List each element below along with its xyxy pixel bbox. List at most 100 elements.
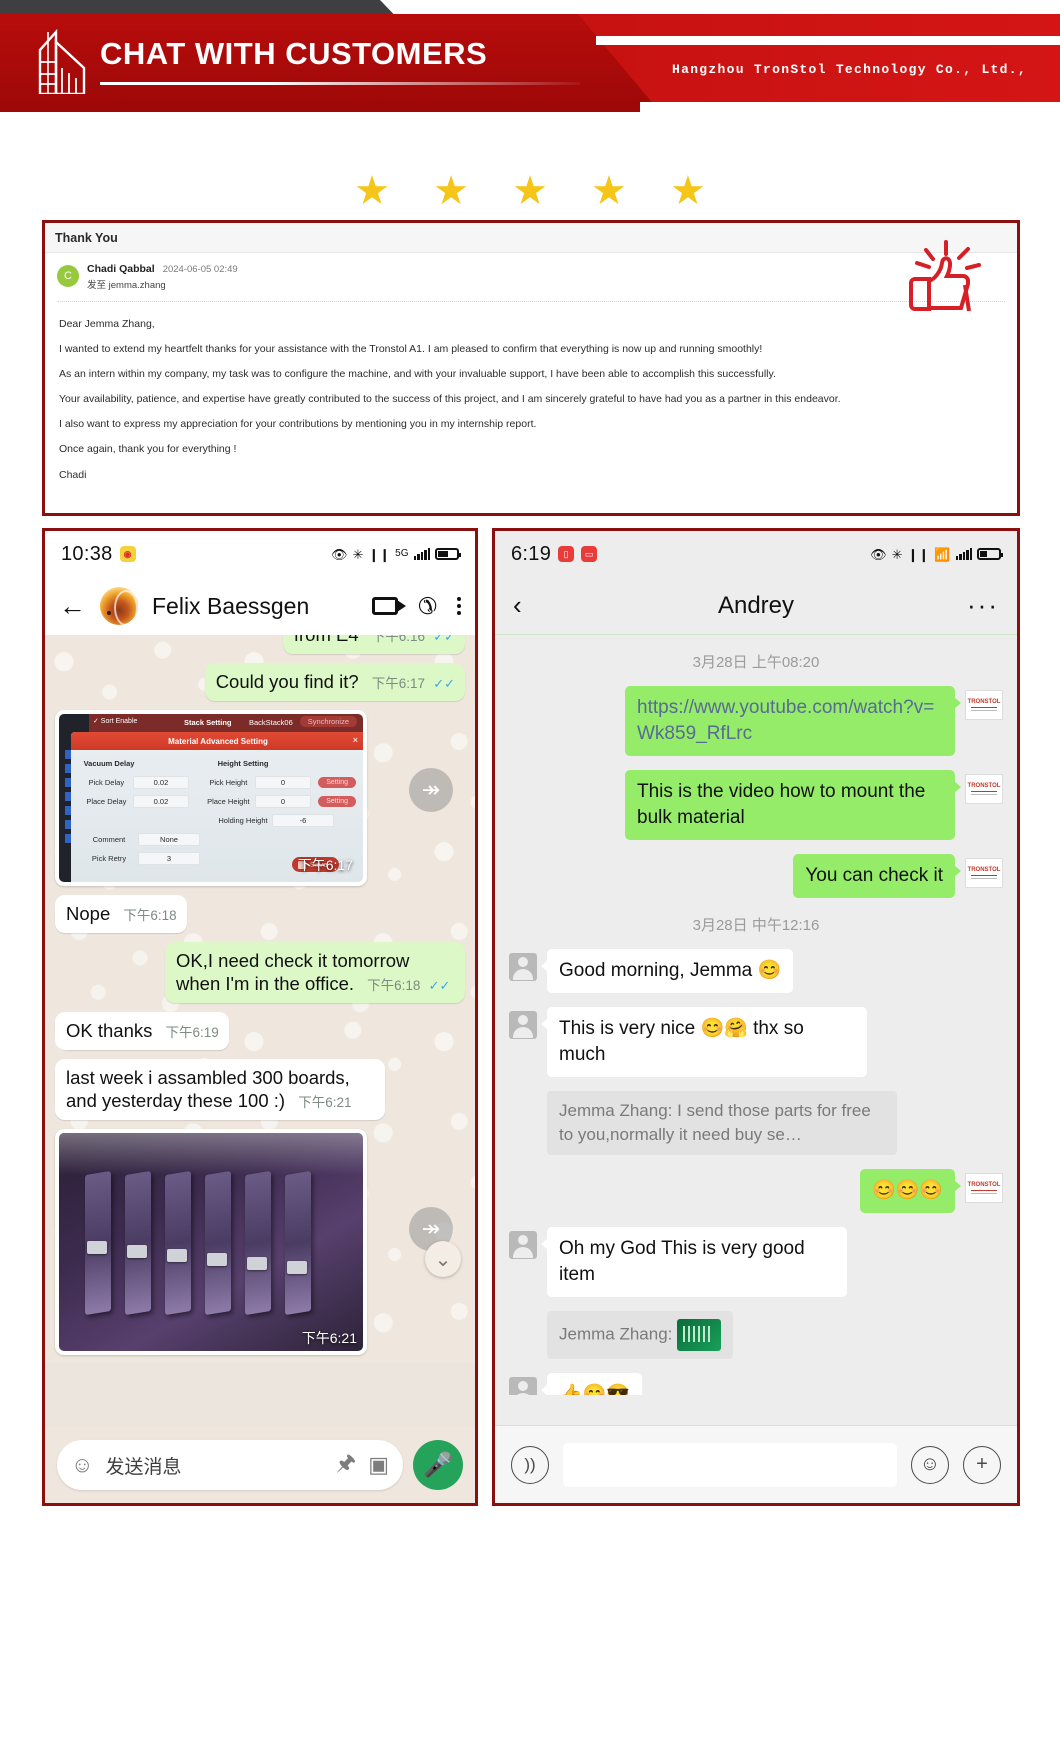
message-text: Could you find it? [215,671,359,692]
quote-text: Jemma Zhang: I send those parts for free… [547,1091,897,1155]
image-message-bubble[interactable]: ✓ Sort Enable Stack Setting BackStack06 … [55,710,367,886]
message-time: 下午6:16 [371,635,426,644]
video-call-icon[interactable] [371,597,406,615]
date-separator: 3月28日 上午08:20 [692,654,820,671]
avatar[interactable] [100,587,138,625]
message-time: 下午6:17 [297,857,353,873]
height-setting-header: Height Setting [217,759,269,768]
pick-delay-label: Pick Delay [88,778,125,787]
chevron-double-down-icon[interactable]: ⌄ [425,1241,461,1277]
message-input-bar[interactable]: ☺ 发送消息 🖈 ▣ 🎤 [45,1427,475,1503]
email-signature: Chadi [59,469,87,481]
read-ticks-icon: ✓✓ [433,635,455,644]
message-bubble: Nope 下午6:18 [55,895,187,933]
chat-message: 😊😊😊 TRONSTOL [509,1169,1003,1213]
holding-height-label: Holding Height [218,816,268,825]
bluetooth-icon: ✳ [891,546,903,562]
gray-person-avatar [509,1231,537,1259]
tronstol-logo-avatar: TRONSTOL [965,774,1003,804]
dialog-title-bar: Material Advanced Setting × [71,732,363,750]
email-sender: Chadi Qabbal [87,263,155,275]
message-input-field[interactable]: ☺ 发送消息 🖈 ▣ [57,1440,403,1490]
more-vertical-icon[interactable] [457,597,461,615]
message-input-field[interactable] [563,1442,897,1487]
message-bubble-link[interactable]: https://www.youtube.com/watch?v=Wk859_Rf… [625,686,961,756]
chat-message: You can check it TRONSTOL [509,854,1003,898]
left-phone-screenshot: 10:38 ◉ 👁 ✳ ❙❙ 5G ← Felix Baessgen ✆ 下午6… [42,528,478,1506]
page-title: CHAT WITH CUSTOMERS [100,36,488,71]
red-app-badge-icon: ▭ [581,546,598,562]
stack-name-label: BackStack06 [249,718,293,727]
chat-message-list[interactable]: from E4 下午6:16 ✓✓ Could you find it? 下午6… [45,635,475,1363]
5g-icon: 5G [395,548,409,559]
message-time: 下午6:21 [301,1330,357,1346]
assembled-boards-photo [59,1133,363,1351]
tronstol-logo-avatar: TRONSTOL [965,1173,1003,1203]
pick-retry-value: 3 [138,852,200,865]
vibrate-icon: ❙❙ [368,546,391,562]
voice-wave-icon[interactable]: )) [511,1445,549,1484]
plus-icon[interactable]: + [963,1445,1001,1484]
email-card: Thank You C Chadi Qabbal 2024-06-05 02:4… [42,220,1020,516]
chat-message: Good morning, Jemma 😊 [509,949,1003,993]
message-bubble: OK thanks 下午6:19 [55,1012,229,1050]
email-paragraph: Your availability, patience, and experti… [59,393,841,405]
star-rating: ★ ★ ★ ★ ★ [354,169,722,213]
email-date: 2024-06-05 02:49 [162,264,238,275]
eye-icon: 👁 [870,546,887,562]
photo-message-bubble[interactable]: 下午6:21 [55,1129,367,1355]
email-paragraph: Dear Jemma Zhang, [59,318,155,330]
weibo-badge-icon: ◉ [119,546,136,562]
message-bubble: 😊😊😊 [860,1169,961,1213]
chat-message-image[interactable]: ✓ Sort Enable Stack Setting BackStack06 … [55,710,465,895]
status-bar: 10:38 ◉ 👁 ✳ ❙❙ 5G [45,531,475,577]
more-horizontal-icon[interactable]: ··· [967,590,999,621]
chat-message-photo[interactable]: 下午6:21 ↠ [55,1129,465,1363]
close-icon: × [352,735,358,745]
message-input-bar[interactable]: )) ☺ + [495,1425,1017,1503]
chat-message: 👍😊😎 [509,1373,1003,1395]
message-text: Nope [66,903,111,924]
phone-call-icon[interactable]: ✆ [418,593,437,620]
email-recipient: 发至 jemma.zhang [87,280,166,291]
status-time: 10:38 [61,542,113,565]
chat-message-list[interactable]: 3月28日 上午08:20 https://www.youtube.com/wa… [495,635,1017,1395]
paperclip-icon[interactable]: 🖈 [336,1446,356,1484]
pick-delay-value: 0.02 [132,776,190,789]
read-ticks-icon: ✓✓ [433,676,455,691]
microphone-icon[interactable]: 🎤 [413,1440,463,1490]
email-subject: Thank You [55,230,118,245]
holding-height-value: -6 [272,814,334,827]
emoji-icon[interactable]: ☺ [911,1445,949,1484]
material-advanced-setting-screenshot: ✓ Sort Enable Stack Setting BackStack06 … [59,714,363,882]
vacuum-delay-header: Vacuum Delay [83,759,135,768]
email-meta: C Chadi Qabbal 2024-06-05 02:49 发至 jemma… [45,253,1017,299]
chat-message: last week i assambled 300 boards, and ye… [55,1059,465,1129]
message-input-placeholder[interactable]: 发送消息 [105,1452,323,1479]
synchronize-button: Synchronize [299,716,357,727]
chat-message: https://www.youtube.com/watch?v=Wk859_Rf… [509,686,1003,756]
email-body: Dear Jemma Zhang, I wanted to extend my … [45,302,1017,481]
gray-person-avatar [509,1377,537,1395]
pick-height-value: 0 [254,776,312,789]
forward-icon[interactable]: ↠ [409,768,453,812]
email-paragraph: I wanted to extend my heartfelt thanks f… [59,343,763,355]
pick-height-label: Pick Height [209,778,248,787]
message-bubble: Oh my God This is very good item [541,1227,847,1297]
chat-nav-bar: ← Felix Baessgen ✆ [45,577,475,635]
chat-message: Could you find it? 下午6:17 ✓✓ [55,663,465,710]
quoted-message-image: Jemma Zhang: [509,1311,1003,1359]
back-arrow-icon[interactable]: ← [59,592,86,620]
message-bubble: You can check it [793,854,961,898]
camera-icon[interactable]: ▣ [368,1452,389,1478]
emoji-icon[interactable]: ☺ [71,1452,93,1478]
tronstol-logo-avatar: TRONSTOL [965,858,1003,888]
avatar: C [57,265,79,287]
red-battery-badge-icon: ▯ [558,546,575,562]
eye-icon: 👁 [330,546,348,562]
message-bubble: last week i assambled 300 boards, and ye… [55,1059,385,1120]
pick-height-setting-button: Setting [318,777,357,788]
chat-message: Oh my God This is very good item [509,1227,1003,1297]
date-separator: 3月28日 中午12:16 [692,917,820,934]
message-time: 下午6:21 [298,1095,352,1110]
